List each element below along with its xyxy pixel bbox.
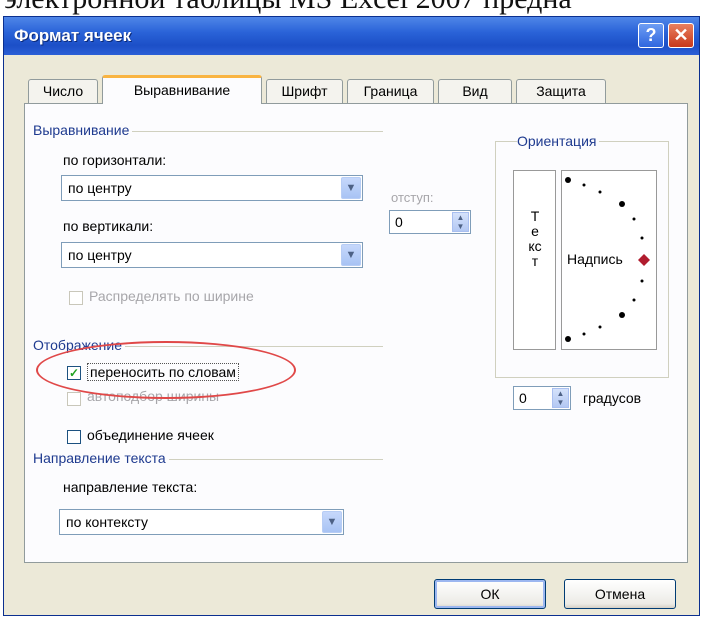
degrees-label: градусов: [583, 390, 642, 406]
vertical-text-label: Текст: [528, 208, 542, 269]
close-button[interactable]: ✕: [668, 23, 694, 48]
tab-alignment[interactable]: Выравнивание: [102, 75, 262, 104]
indent-label: отступ:: [391, 190, 434, 205]
tab-font[interactable]: Шрифт: [266, 79, 343, 103]
alignment-group-title: Выравнивание: [33, 122, 133, 138]
chevron-down-icon[interactable]: ▼: [341, 244, 361, 266]
merge-cells-checkbox[interactable]: [67, 430, 81, 444]
distribute-checkbox[interactable]: [69, 291, 83, 305]
tab-fill[interactable]: Вид: [438, 79, 512, 103]
orientation-handle-icon[interactable]: [638, 254, 650, 266]
chevron-down-icon[interactable]: ▼: [322, 511, 342, 533]
spinner-arrows-icon[interactable]: ▲ ▼: [552, 388, 569, 408]
horizontal-value: по центру: [68, 180, 132, 196]
vertical-value: по центру: [68, 247, 132, 263]
vertical-text-button[interactable]: Текст: [513, 170, 556, 350]
dialog-title: Формат ячеек: [14, 26, 132, 45]
degrees-spinner[interactable]: 0 ▲ ▼: [513, 386, 571, 410]
orientation-group-title: Ориентация: [517, 133, 600, 149]
wrap-text-label: переносить по словам: [87, 363, 239, 381]
tab-border[interactable]: Граница: [347, 79, 434, 103]
merge-cells-label: объединение ячеек: [87, 427, 214, 443]
title-bar[interactable]: Формат ячеек ? ✕: [4, 17, 699, 55]
distribute-label: Распределять по ширине: [89, 288, 254, 304]
direction-group-title: Направление текста: [33, 450, 169, 466]
help-button[interactable]: ?: [638, 23, 664, 48]
wrap-text-checkbox[interactable]: ✓: [67, 366, 81, 380]
shrink-to-fit-label: автоподбор ширины: [87, 388, 220, 404]
horizontal-label: по горизонтали:: [63, 152, 167, 168]
spinner-arrows-icon[interactable]: ▲ ▼: [452, 212, 469, 232]
degrees-value: 0: [519, 390, 527, 406]
orientation-dial[interactable]: Надпись: [561, 170, 657, 350]
vertical-select[interactable]: по центру ▼: [61, 242, 363, 268]
chevron-down-icon[interactable]: ▼: [341, 177, 361, 199]
background-document-text: электронной таблицы MS Excel 2007 предна: [4, 0, 572, 16]
indent-value: 0: [395, 214, 403, 230]
indent-spinner[interactable]: 0 ▲ ▼: [389, 210, 471, 234]
tab-number[interactable]: Число: [28, 79, 98, 103]
direction-value: по контексту: [66, 514, 148, 530]
direction-select[interactable]: по контексту ▼: [59, 509, 344, 535]
ok-button[interactable]: ОК: [434, 579, 546, 609]
horizontal-select[interactable]: по центру ▼: [61, 175, 363, 201]
vertical-label: по вертикали:: [63, 218, 154, 234]
dial-label: Надпись: [567, 251, 623, 267]
format-cells-dialog: Формат ячеек ? ✕ Число Выравнивание Шриф…: [3, 16, 700, 616]
display-group-title: Отображение: [33, 337, 126, 353]
direction-label: направление текста:: [63, 479, 198, 495]
alignment-panel: Выравнивание по горизонтали: по центру ▼…: [24, 103, 688, 563]
tab-protection[interactable]: Защита: [516, 79, 606, 103]
cancel-button[interactable]: Отмена: [564, 579, 676, 609]
shrink-to-fit-checkbox[interactable]: [67, 392, 81, 406]
